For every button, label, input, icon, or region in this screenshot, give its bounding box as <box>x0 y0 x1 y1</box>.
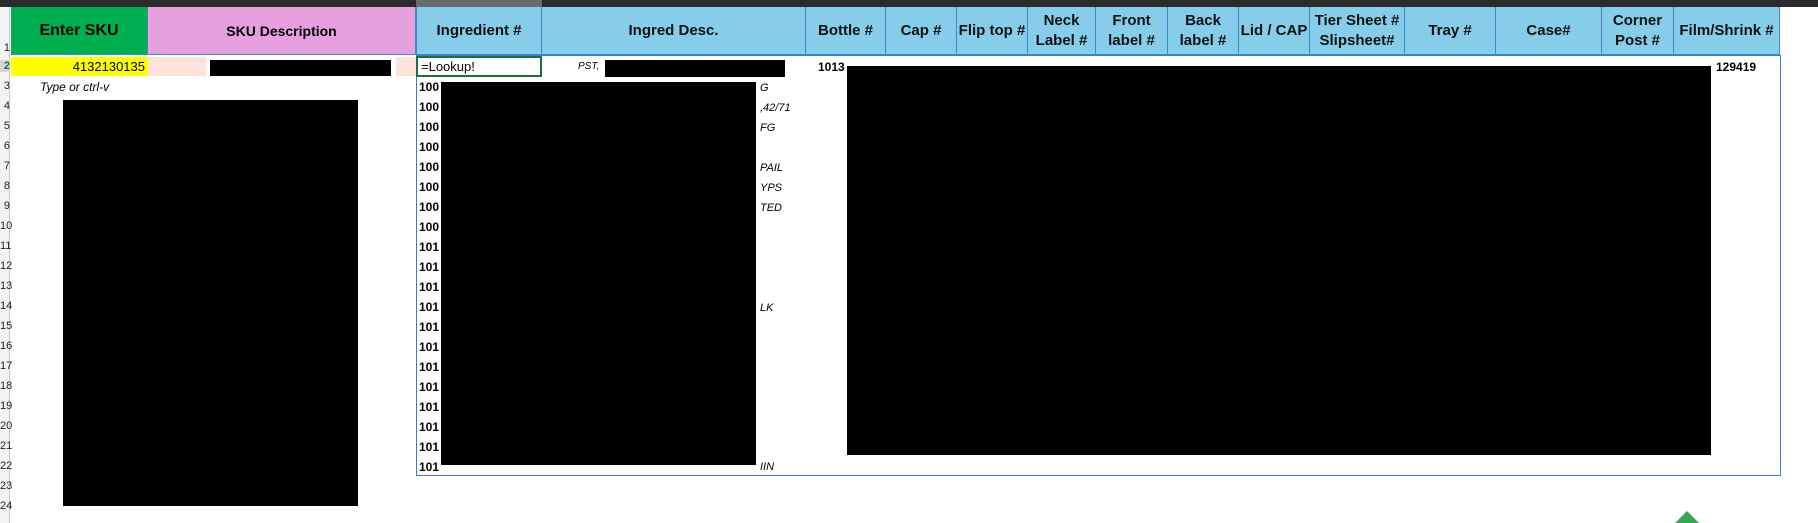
row-number[interactable]: 10 <box>0 220 12 232</box>
ingredient-number-row[interactable]: 101 <box>419 460 439 474</box>
row-number[interactable]: 20 <box>0 420 12 432</box>
ingredient-desc-fragment: FG <box>760 122 776 134</box>
header-film-shrink[interactable]: Film/Shrink # <box>1674 7 1780 55</box>
ingredient-number-row[interactable]: 100 <box>419 180 439 194</box>
hint-text: Type or ctrl-v <box>40 80 110 94</box>
row-number[interactable]: 17 <box>0 360 12 372</box>
header-case[interactable]: Case# <box>1496 7 1602 55</box>
row-number[interactable]: 4 <box>0 100 10 112</box>
header-tray[interactable]: Tray # <box>1405 7 1496 55</box>
sku-description-cell-tail[interactable] <box>396 57 416 76</box>
ingredient-desc-fragment: PAIL <box>760 162 784 174</box>
row-number[interactable]: 22 <box>0 460 12 472</box>
row-number[interactable]: 23 <box>0 480 12 492</box>
row-number[interactable]: 14 <box>0 300 12 312</box>
ingredient-number-row[interactable]: 101 <box>419 380 439 394</box>
row-number[interactable]: 7 <box>0 160 10 172</box>
ingredient-desc-fragment: ,42/71 <box>760 102 791 114</box>
column-header-strip[interactable] <box>0 0 1818 7</box>
row-number[interactable]: 21 <box>0 440 12 452</box>
header-lid-cap[interactable]: Lid / CAP <box>1239 7 1310 55</box>
ingredient-number-row[interactable]: 101 <box>419 280 439 294</box>
ingredient-number-row[interactable]: 101 <box>419 400 439 414</box>
selected-column-indicator <box>416 0 542 7</box>
ingredient-desc-prefix: PST, <box>578 61 600 72</box>
ingredient-number-row[interactable]: 100 <box>419 100 439 114</box>
ingredient-number-row[interactable]: 101 <box>419 260 439 274</box>
ingredient-desc-fragment: IIN <box>760 461 775 473</box>
header-sku-description[interactable]: SKU Description <box>148 7 416 55</box>
ingredient-number-row[interactable]: 100 <box>419 160 439 174</box>
row-number[interactable]: 13 <box>0 280 12 292</box>
header-ingredient-number[interactable]: Ingredient # <box>416 7 542 55</box>
header-neck-label[interactable]: Neck Label # <box>1028 7 1096 55</box>
ingredient-number-row[interactable]: 100 <box>419 140 439 154</box>
ingredient-number-row[interactable]: 100 <box>419 80 439 94</box>
redacted-component-block <box>847 66 1711 455</box>
bottle-value: 1013 <box>818 60 845 74</box>
ingredient-desc-fragment: G <box>760 82 769 94</box>
ingredient-number-row[interactable]: 101 <box>419 420 439 434</box>
redacted-ingredient-desc <box>605 60 785 77</box>
redacted-image-left <box>63 100 358 506</box>
header-bottle[interactable]: Bottle # <box>806 7 886 55</box>
ingredient-desc-fragment: LK <box>760 302 774 314</box>
row-number[interactable]: 18 <box>0 380 12 392</box>
header-cap[interactable]: Cap # <box>886 7 957 55</box>
row-number-active[interactable]: 2 <box>0 60 10 72</box>
row-header-column[interactable]: 1 2 3 4 5 6 7 8 9 10 11 12 13 14 15 16 1… <box>0 7 12 523</box>
row-number[interactable]: 8 <box>0 180 10 192</box>
ingredient-number-row[interactable]: 101 <box>419 300 439 314</box>
ingredient-number-row[interactable]: 101 <box>419 360 439 374</box>
row-number[interactable]: 3 <box>0 80 10 92</box>
sku-input-cell[interactable]: 4132130135 <box>11 57 148 76</box>
row-number[interactable]: 5 <box>0 120 10 132</box>
header-enter-sku[interactable]: Enter SKU <box>11 7 148 55</box>
header-front-label[interactable]: Front label # <box>1096 7 1168 55</box>
header-corner-post[interactable]: Corner Post # <box>1602 7 1674 55</box>
row-number[interactable]: 9 <box>0 200 10 212</box>
row-number[interactable]: 6 <box>0 140 10 152</box>
ingredient-number-row[interactable]: 100 <box>419 220 439 234</box>
formula-cell-selected[interactable]: =Lookup! <box>416 56 542 77</box>
ingredient-number-row[interactable]: 101 <box>419 240 439 254</box>
ingredient-number-row[interactable]: 101 <box>419 440 439 454</box>
row-number[interactable]: 19 <box>0 400 12 412</box>
film-shrink-value: 129419 <box>1716 60 1757 74</box>
header-tier-sheet[interactable]: Tier Sheet # Slipsheet# <box>1310 7 1405 55</box>
ingredient-number-row[interactable]: 101 <box>419 320 439 334</box>
ingredient-number-row[interactable]: 100 <box>419 120 439 134</box>
header-ingredient-description[interactable]: Ingred Desc. <box>542 7 806 55</box>
row-number[interactable]: 12 <box>0 260 12 272</box>
row-number[interactable]: 11 <box>0 240 11 252</box>
ingredient-desc-fragment: YPS <box>760 182 783 194</box>
ingredient-number-row[interactable]: 100 <box>419 200 439 214</box>
row-number[interactable]: 24 <box>0 500 12 512</box>
row-number[interactable]: 15 <box>0 320 12 332</box>
header-flip-top[interactable]: Flip top # <box>957 7 1028 55</box>
redacted-sku-description <box>210 60 391 76</box>
ingredient-number-row[interactable]: 101 <box>419 340 439 354</box>
row-number[interactable]: 1 <box>0 42 10 54</box>
row-number[interactable]: 16 <box>0 340 12 352</box>
redacted-ingredient-list <box>441 82 756 465</box>
header-back-label[interactable]: Back label # <box>1168 7 1239 55</box>
green-diamond-icon[interactable] <box>1675 511 1699 523</box>
ingredient-desc-fragment: TED <box>760 202 782 214</box>
sku-description-cell[interactable] <box>148 57 206 76</box>
